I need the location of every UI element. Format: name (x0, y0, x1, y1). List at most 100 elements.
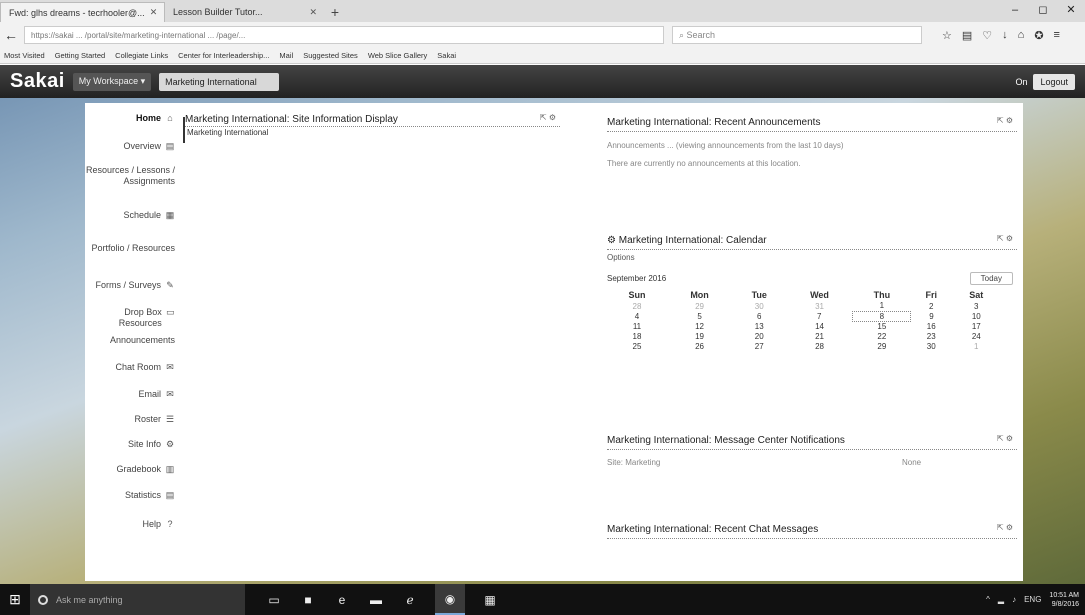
calendar-day[interactable]: 25 (607, 341, 667, 351)
tool-portfolio[interactable]: Portfolio / Resources (85, 243, 175, 254)
bookmark-item[interactable]: Most Visited (4, 51, 45, 60)
logout-button[interactable]: Logout (1033, 73, 1075, 90)
calendar-day[interactable]: 17 (952, 321, 1001, 331)
calendar-day[interactable]: 30 (911, 341, 952, 351)
calendar-day[interactable]: 24 (952, 331, 1001, 341)
calendar-options-link[interactable]: Options (607, 253, 1017, 262)
download-icon[interactable]: ↓ (1002, 29, 1008, 42)
bookmark-item[interactable]: Suggested Sites (303, 51, 358, 60)
pocket-icon[interactable]: ♡ (982, 29, 992, 42)
calendar-day[interactable]: 16 (911, 321, 952, 331)
bookmark-item[interactable]: Getting Started (55, 51, 105, 60)
taskbar-clock[interactable]: 10:51 AM 9/8/2016 (1049, 591, 1079, 609)
maximize-button[interactable]: ◻ (1029, 0, 1057, 20)
volume-icon[interactable]: ♪ (1012, 595, 1016, 604)
calendar-day[interactable]: 28 (607, 301, 667, 311)
sakai-logo[interactable]: Sakai (10, 70, 65, 93)
extension-icon[interactable]: ✪ (1034, 29, 1043, 42)
minimize-button[interactable]: – (1001, 0, 1029, 20)
calendar-day[interactable]: 1 (952, 341, 1001, 351)
portlet-controls[interactable]: ⇱ ⚙ (997, 434, 1013, 443)
reading-list-icon[interactable]: ▤ (962, 29, 972, 42)
tool-help[interactable]: Help ? (85, 519, 175, 530)
calendar-day[interactable]: 7 (786, 311, 852, 321)
calendar-day[interactable]: 26 (667, 341, 732, 351)
close-tab-icon[interactable]: ✕ (150, 7, 158, 18)
tool-chat[interactable]: Chat Room ✉ (85, 362, 175, 373)
taskbar-search[interactable]: Ask me anything (30, 584, 245, 615)
calendar-day[interactable]: 30 (732, 301, 786, 311)
home-icon[interactable]: ⌂ (1018, 29, 1025, 42)
tool-roster[interactable]: Roster ☰ (85, 414, 175, 425)
browser-search-box[interactable]: ⌕ Search (672, 26, 922, 44)
calendar-day[interactable]: 31 (786, 301, 852, 311)
calendar-day[interactable]: 12 (667, 321, 732, 331)
tool-schedule[interactable]: Schedule ▦ (85, 210, 175, 221)
calendar-day-today[interactable]: 8 (852, 310, 912, 322)
calendar-day[interactable]: 21 (786, 331, 852, 341)
store-icon[interactable]: ■ (299, 593, 317, 607)
calendar-day[interactable]: 29 (667, 301, 732, 311)
calendar-day[interactable]: 27 (732, 341, 786, 351)
tool-site-info[interactable]: Site Info ⚙ (85, 439, 175, 450)
calendar-day[interactable]: 5 (667, 311, 732, 321)
back-arrow-icon[interactable]: ← (4, 27, 20, 43)
close-tab-icon[interactable]: ✕ (309, 7, 317, 18)
url-bar[interactable]: https://sakai ... /portal/site/marketing… (24, 26, 664, 44)
tool-resources[interactable]: Resources / Lessons / Assignments (85, 165, 175, 187)
tool-announcements[interactable]: Announcements (85, 335, 175, 346)
calendar-day[interactable]: 20 (732, 331, 786, 341)
calendar-day[interactable]: 29 (853, 341, 911, 351)
calendar-day[interactable]: 1 (853, 301, 911, 311)
bookmark-item[interactable]: Sakai (437, 51, 456, 60)
menu-icon[interactable]: ≡ (1054, 29, 1060, 42)
close-window-button[interactable]: ✕ (1057, 0, 1085, 20)
current-site-tab[interactable]: Marketing International (159, 72, 280, 91)
star-icon[interactable]: ☆ (942, 29, 952, 42)
calendar-day[interactable]: 22 (853, 331, 911, 341)
tool-overview[interactable]: Overview ▤ (85, 141, 175, 152)
portlet-controls[interactable]: ⇱ ⚙ (997, 523, 1013, 532)
calendar-day[interactable]: 15 (853, 321, 911, 331)
calendar-day[interactable]: 4 (607, 311, 667, 321)
tool-gradebook[interactable]: Gradebook ▥ (85, 464, 175, 475)
tool-forms[interactable]: Forms / Surveys ✎ (85, 280, 175, 291)
today-button[interactable]: Today (969, 272, 1013, 285)
calendar-day[interactable]: 10 (952, 311, 1001, 321)
tool-statistics[interactable]: Statistics ▤ (85, 490, 175, 501)
network-icon[interactable]: ▂ (998, 595, 1004, 604)
portlet-controls[interactable]: ⇱ ⚙ (997, 116, 1013, 125)
app-icon[interactable]: ▦ (481, 593, 499, 607)
bookmark-item[interactable]: Collegiate Links (115, 51, 168, 60)
task-view-icon[interactable]: ▭ (265, 593, 283, 607)
calendar-day[interactable]: 28 (786, 341, 852, 351)
tray-chevron-icon[interactable]: ^ (986, 595, 990, 604)
new-tab-button[interactable]: + (325, 2, 345, 22)
firefox-icon[interactable]: ◉ (435, 584, 465, 615)
tool-email[interactable]: Email ✉ (85, 389, 175, 400)
edge-icon[interactable]: e (333, 593, 351, 607)
bookmark-item[interactable]: Center for Interleadership... (178, 51, 269, 60)
user-name[interactable]: On (1015, 77, 1027, 87)
portlet-controls[interactable]: ⇱ ⚙ (997, 234, 1013, 243)
calendar-day[interactable]: 6 (732, 311, 786, 321)
calendar-day[interactable]: 14 (786, 321, 852, 331)
browser-tab[interactable]: Lesson Builder Tutor... ✕ (165, 2, 325, 22)
calendar-day[interactable]: 2 (911, 301, 952, 311)
tool-dropbox[interactable]: Drop Box Resources ▭ (85, 307, 175, 329)
portlet-controls[interactable]: ⇱ ⚙ (540, 113, 556, 122)
calendar-day[interactable]: 13 (732, 321, 786, 331)
calendar-day[interactable]: 3 (952, 301, 1001, 311)
browser-tab-active[interactable]: Fwd: glhs dreams - tecrhooler@... ✕ (0, 2, 165, 22)
windows-start-icon[interactable]: ⊞ (0, 584, 30, 615)
internet-explorer-icon[interactable]: ℯ (401, 593, 419, 607)
my-workspace-tab[interactable]: My Workspace ▾ (72, 72, 152, 91)
file-explorer-icon[interactable]: ▬ (367, 593, 385, 607)
bookmark-item[interactable]: Mail (279, 51, 293, 60)
bookmark-item[interactable]: Web Slice Gallery (368, 51, 427, 60)
tool-home[interactable]: Home ⌂ (85, 113, 175, 124)
calendar-day[interactable]: 18 (607, 331, 667, 341)
language-indicator[interactable]: ENG (1024, 595, 1041, 604)
calendar-day[interactable]: 19 (667, 331, 732, 341)
calendar-day[interactable]: 11 (607, 321, 667, 331)
